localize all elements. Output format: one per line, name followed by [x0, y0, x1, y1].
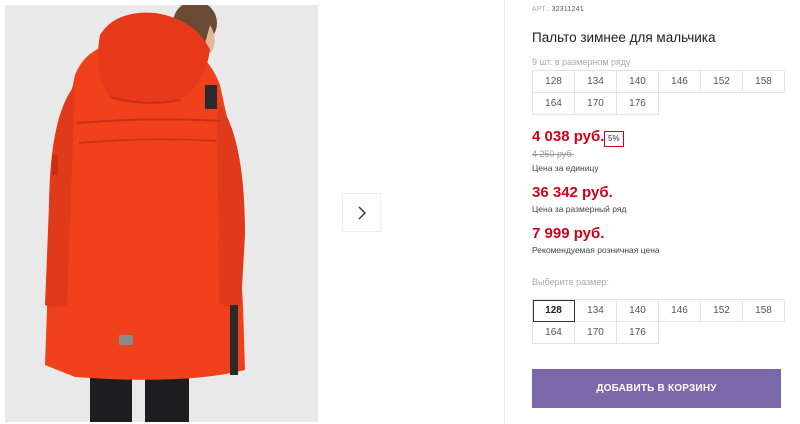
- size-option-128[interactable]: 128: [533, 300, 575, 322]
- size-row-note: 9 шт. в размерном ряду: [532, 57, 631, 67]
- size-option-152[interactable]: 152: [701, 300, 743, 322]
- old-price: 4 250 руб.: [532, 149, 575, 159]
- row-price-label: Цена за размерный ряд: [532, 204, 627, 214]
- product-photo[interactable]: [5, 5, 318, 422]
- panel-divider: [504, 0, 505, 424]
- size-picker: 128 134 140 146 152 158 164 170 176: [532, 299, 785, 344]
- next-image-button[interactable]: [342, 193, 381, 232]
- row-size: 176: [617, 93, 659, 115]
- row-size: 164: [533, 93, 575, 115]
- rrp-price-label: Рекомендуемая розничная цена: [532, 245, 660, 255]
- coat-image: [5, 5, 318, 422]
- size-picker-label: Выберите размер:: [532, 277, 609, 287]
- row-size: 146: [659, 71, 701, 93]
- discount-badge: 5%: [604, 131, 624, 147]
- size-option-164[interactable]: 164: [533, 322, 575, 344]
- row-size: 128: [533, 71, 575, 93]
- article-label: АРТ.:: [532, 6, 550, 13]
- size-option-140[interactable]: 140: [617, 300, 659, 322]
- row-size: 140: [617, 71, 659, 93]
- size-row-grid: 128 134 140 146 152 158 164 170 176: [532, 70, 785, 115]
- unit-price: 4 038 руб.: [532, 128, 605, 145]
- row-price: 36 342 руб.: [532, 184, 613, 201]
- size-option-176[interactable]: 176: [617, 322, 659, 344]
- size-option-134[interactable]: 134: [575, 300, 617, 322]
- row-size: 152: [701, 71, 743, 93]
- chevron-right-icon: [358, 206, 366, 219]
- size-option-158[interactable]: 158: [743, 300, 785, 322]
- rrp-price: 7 999 руб.: [532, 225, 605, 242]
- product-gallery: [0, 0, 505, 424]
- size-option-146[interactable]: 146: [659, 300, 701, 322]
- product-title: Пальто зимнее для мальчика: [532, 30, 716, 45]
- size-option-170[interactable]: 170: [575, 322, 617, 344]
- row-size: 170: [575, 93, 617, 115]
- article-value: 32311241: [551, 6, 584, 13]
- row-size: 158: [743, 71, 785, 93]
- article-number: АРТ.: 32311241: [532, 6, 584, 13]
- unit-price-label: Цена за единицу: [532, 163, 599, 173]
- add-to-cart-button[interactable]: ДОБАВИТЬ В КОРЗИНУ: [532, 369, 781, 408]
- row-size: 134: [575, 71, 617, 93]
